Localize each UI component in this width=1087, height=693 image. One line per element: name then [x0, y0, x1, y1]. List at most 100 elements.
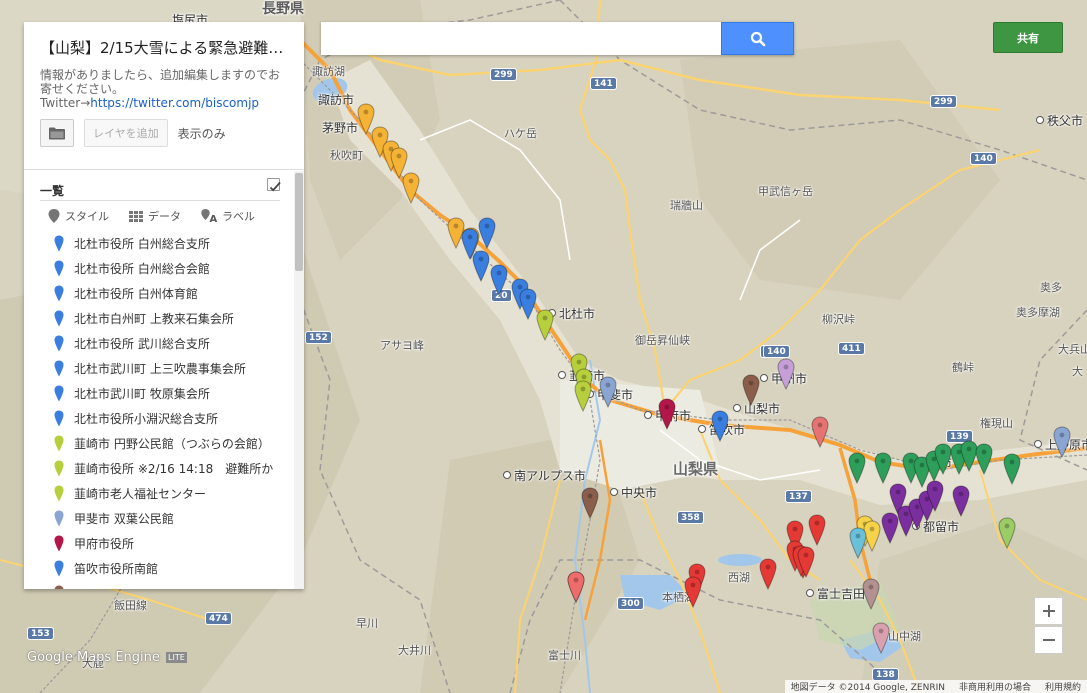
map-marker-pin[interactable]: [574, 380, 592, 413]
feature-list-item[interactable]: 笛吹市役所南館: [54, 556, 294, 581]
share-button[interactable]: 共有: [993, 22, 1063, 53]
place-label: 北杜市: [548, 308, 595, 320]
label-tool-label: ラベル: [222, 210, 255, 223]
map-marker-pin[interactable]: [472, 250, 490, 283]
marker-pin-icon: [54, 285, 64, 302]
map-marker-pin[interactable]: [402, 172, 420, 205]
map-marker-pin[interactable]: [599, 376, 617, 409]
search-input[interactable]: [321, 22, 721, 55]
place-label: 秩父市: [1036, 115, 1083, 127]
map-marker-pin[interactable]: [926, 480, 944, 513]
feature-list-item[interactable]: 韮崎市 円野公民館（つぶらの会館）: [54, 431, 294, 456]
feature-list-item[interactable]: 北杜市役所小淵沢総合支所: [54, 406, 294, 431]
feature-label: 北杜市役所 白州総合会館: [74, 262, 210, 276]
feature-list-item[interactable]: 北杜市役所 白州体育館: [54, 281, 294, 306]
feature-list-item[interactable]: 甲斐市 双葉公民館: [54, 506, 294, 531]
place-label: 長野県: [262, 1, 304, 17]
route-shield: 152: [305, 331, 332, 344]
route-shield: 141: [590, 77, 617, 90]
map-marker-pin[interactable]: [478, 217, 496, 250]
panel-header: 【山梨】2/15大雪による緊急避難所一覧 情報がありましたら、追加編集しますので…: [24, 22, 304, 170]
map-marker-pin[interactable]: [658, 398, 676, 431]
open-folder-button[interactable]: [40, 119, 74, 147]
map-marker-pin[interactable]: [777, 358, 795, 391]
map-marker-pin[interactable]: [567, 571, 585, 604]
feature-list-item[interactable]: 北杜市役所 白州総合支所: [54, 231, 294, 256]
map-marker-pin[interactable]: [536, 309, 554, 342]
feature-list-item[interactable]: 北杜市白州町 上教来石集会所: [54, 306, 294, 331]
route-shield: 300: [617, 597, 644, 610]
place-label: 飯田線: [114, 599, 147, 612]
map-marker-pin[interactable]: [1003, 453, 1021, 486]
map-marker-pin[interactable]: [849, 527, 867, 560]
minus-icon: [1042, 639, 1055, 641]
data-tool[interactable]: データ: [129, 208, 181, 224]
zoom-in-button[interactable]: [1034, 597, 1063, 625]
place-label: 諏訪市: [318, 93, 355, 107]
map-marker-pin[interactable]: [684, 576, 702, 609]
marker-pin-icon: [567, 571, 585, 604]
style-tool[interactable]: スタイル: [48, 208, 109, 224]
marker-pin-icon: [872, 622, 890, 655]
map-marker-pin[interactable]: [998, 517, 1016, 550]
feature-label: 北杜市役所 白州体育館: [74, 287, 198, 301]
marker-pin-icon: [808, 514, 826, 547]
feature-list-item[interactable]: 北杜市武川町 牧原集会所: [54, 381, 294, 406]
marker-pin-icon: [54, 385, 64, 402]
feature-list-item[interactable]: 韮崎市老人福祉センター: [54, 481, 294, 506]
place-label: 諏訪湖: [312, 65, 345, 78]
marker-pin-icon: [54, 585, 64, 589]
terms-link[interactable]: 利用規約: [1045, 680, 1081, 693]
feature-list-item[interactable]: 甲府市役所: [54, 531, 294, 556]
place-label: 奥多摩湖: [1016, 306, 1060, 319]
map-marker-pin[interactable]: [581, 487, 599, 520]
zoom-out-button[interactable]: [1034, 626, 1063, 654]
panel-scrollbar[interactable]: [294, 171, 304, 589]
feature-list-item[interactable]: 韮崎市役所 ※2/16 14:18 避難所か: [54, 456, 294, 481]
route-shield: 299: [930, 95, 957, 108]
map-marker-pin[interactable]: [1053, 426, 1071, 459]
marker-pin-icon: [797, 546, 815, 579]
map-marker-pin[interactable]: [874, 452, 892, 485]
map-marker-pin[interactable]: [711, 410, 729, 443]
label-tool[interactable]: A ラベル: [201, 208, 255, 224]
marker-pin-icon: [54, 535, 64, 552]
search-button[interactable]: [721, 22, 794, 55]
place-label: 富士川: [548, 649, 581, 662]
marker-pin-icon: [54, 435, 64, 452]
marker-pin-icon: [684, 576, 702, 609]
layer-visibility-checkbox[interactable]: [267, 178, 281, 192]
feature-list-item[interactable]: 北杜市役所 白州総合会館: [54, 256, 294, 281]
feature-label: 甲斐市 双葉公民館: [74, 512, 174, 526]
marker-pin-icon: [998, 517, 1016, 550]
map-marker-pin[interactable]: [811, 416, 829, 449]
map-marker-pin[interactable]: [808, 514, 826, 547]
place-label: 大兵山: [1058, 343, 1087, 356]
place-label: 西湖: [728, 571, 750, 584]
non-commercial-link[interactable]: 非商用利用の場合: [959, 680, 1031, 693]
map-marker-pin[interactable]: [742, 374, 760, 407]
marker-pin-icon: [849, 527, 867, 560]
map-marker-pin[interactable]: [848, 452, 866, 485]
feature-label: 韮崎市役所 ※2/16 14:18 避難所か: [74, 462, 274, 476]
feature-list-item[interactable]: 北杜市役所 武川総合支所: [54, 331, 294, 356]
map-marker-pin[interactable]: [759, 558, 777, 591]
marker-pin-icon: [519, 288, 537, 321]
marker-pin-icon: [777, 358, 795, 391]
map-marker-pin[interactable]: [862, 578, 880, 611]
scrollbar-thumb[interactable]: [295, 173, 303, 271]
feature-list-item[interactable]: 北杜市武川町 上三吹農事集会所: [54, 356, 294, 381]
map-marker-pin[interactable]: [975, 443, 993, 476]
layer-name[interactable]: 一覧: [40, 182, 64, 199]
marker-pin-icon: [490, 264, 508, 297]
twitter-link[interactable]: https://twitter.com/biscomjp: [90, 96, 259, 110]
marker-pin-icon: [54, 335, 64, 352]
map-marker-pin[interactable]: [952, 485, 970, 518]
panel-toolbar: レイヤを追加 表示のみ: [40, 119, 288, 147]
map-marker-pin[interactable]: [490, 264, 508, 297]
feature-label: 北杜市白州町 上教来石集会所: [74, 312, 234, 326]
map-marker-pin[interactable]: [519, 288, 537, 321]
map-marker-pin[interactable]: [872, 622, 890, 655]
map-marker-pin[interactable]: [797, 546, 815, 579]
feature-list-item[interactable]: [54, 581, 294, 589]
